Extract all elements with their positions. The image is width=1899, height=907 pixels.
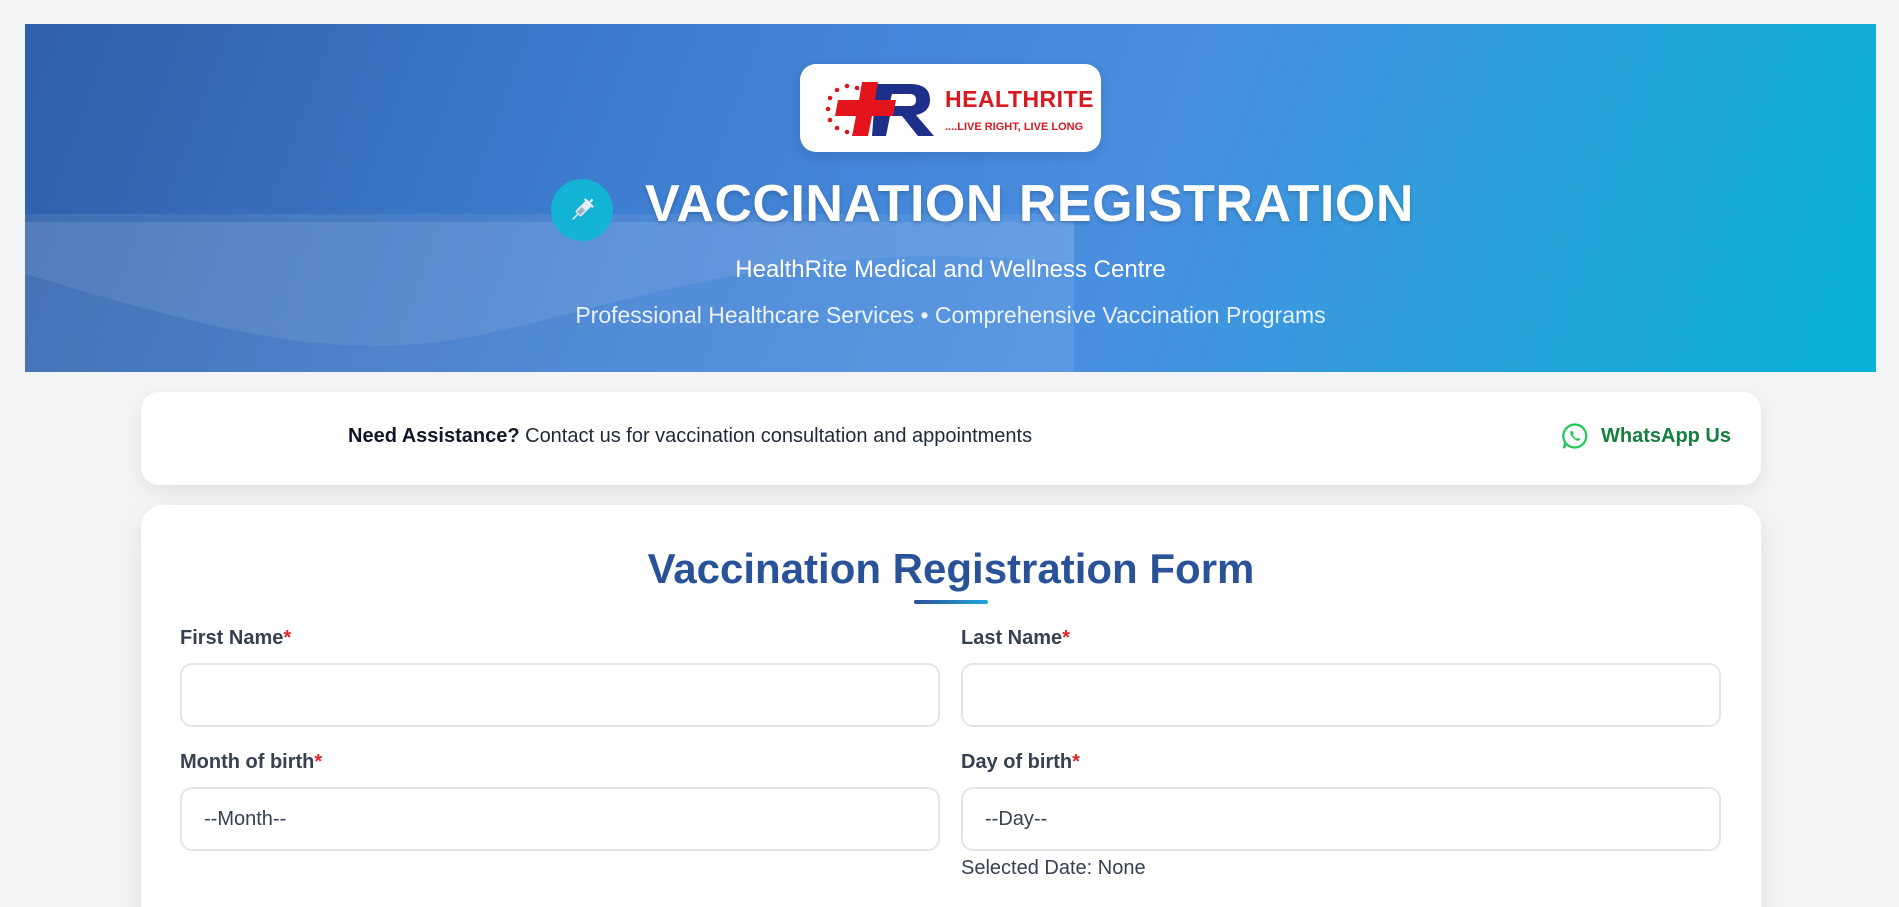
last-name-input[interactable] xyxy=(961,663,1721,727)
required-marker: * xyxy=(314,751,323,773)
day-select[interactable]: --Day-- xyxy=(961,787,1721,851)
required-marker: * xyxy=(1072,751,1080,773)
syringe-badge xyxy=(551,179,613,241)
required-marker: * xyxy=(283,627,292,649)
last-name-label: Last Name* xyxy=(961,627,1070,650)
day-label-text: Day of birth xyxy=(961,751,1073,773)
assistance-lead: Need Assistance? xyxy=(348,425,520,447)
whatsapp-button[interactable]: WhatsApp Us xyxy=(1561,422,1731,450)
wave-shape xyxy=(25,214,1074,346)
last-name-label-text: Last Name xyxy=(961,627,1063,649)
clinic-name: HealthRite Medical and Wellness Centre xyxy=(735,256,1166,283)
whatsapp-label: WhatsApp Us xyxy=(1601,424,1731,447)
syringe-icon xyxy=(572,198,594,220)
healthrite-logo-mark-icon xyxy=(825,82,934,136)
brand-tagline: ....LIVE RIGHT, LIVE LONG xyxy=(945,121,1084,133)
header-banner: HEALTHRITE ....LIVE RIGHT, LIVE LONG VAC… xyxy=(25,24,1876,372)
first-name-input[interactable] xyxy=(180,663,940,727)
assistance-message: Contact us for vaccination consultation … xyxy=(519,425,1033,447)
day-of-birth-label: Day of birth* xyxy=(961,751,1080,774)
assistance-bar: Need Assistance? Contact us for vaccinat… xyxy=(141,392,1761,485)
first-name-label: First Name* xyxy=(180,627,291,650)
title-underline xyxy=(914,600,988,604)
brand-name: HEALTHRITE xyxy=(945,86,1094,112)
month-of-birth-label: Month of birth* xyxy=(180,751,322,774)
hero-tagline: Professional Healthcare Services • Compr… xyxy=(575,302,1326,328)
registration-form-card: Vaccination Registration Form First Name… xyxy=(141,505,1761,907)
required-marker: * xyxy=(1062,627,1070,649)
first-name-label-text: First Name xyxy=(180,627,284,649)
month-label-text: Month of birth xyxy=(180,751,315,773)
selected-date-text: Selected Date: None xyxy=(961,857,1146,879)
day-select-value: --Day-- xyxy=(985,807,1048,830)
whatsapp-icon xyxy=(1562,423,1588,449)
assistance-text: Need Assistance? Contact us for vaccinat… xyxy=(348,425,1032,448)
form-title: Vaccination Registration Form xyxy=(647,545,1255,592)
month-select[interactable]: --Month-- xyxy=(180,787,940,851)
healthrite-logo[interactable]: HEALTHRITE ....LIVE RIGHT, LIVE LONG xyxy=(800,64,1101,152)
month-select-value: --Month-- xyxy=(204,807,287,830)
page-title: VACCINATION REGISTRATION xyxy=(645,175,1414,233)
